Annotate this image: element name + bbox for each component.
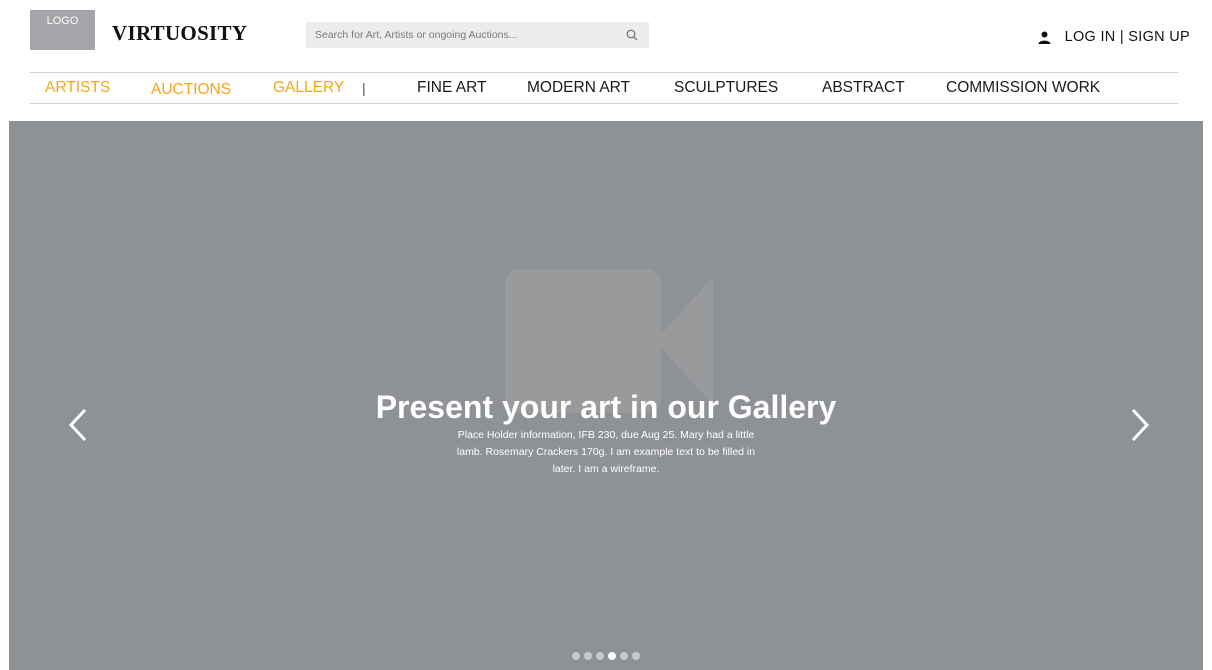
nav-separator: | — [362, 80, 366, 96]
brand-name[interactable]: VIRTUOSITY — [112, 21, 247, 45]
carousel-next-button[interactable] — [1120, 405, 1160, 445]
search-input[interactable] — [315, 24, 625, 46]
nav-item-auctions[interactable]: AUCTIONS — [151, 75, 231, 104]
carousel-dot[interactable] — [632, 652, 640, 660]
nav-item-abstract[interactable]: ABSTRACT — [822, 73, 905, 102]
carousel-prev-button[interactable] — [58, 405, 98, 445]
carousel-dot[interactable] — [572, 652, 580, 660]
hero-title: Present your art in our Gallery — [375, 389, 837, 425]
nav-item-artists[interactable]: ARTISTS — [45, 73, 110, 102]
chevron-right-icon — [1131, 408, 1150, 442]
carousel-dot[interactable] — [596, 652, 604, 660]
nav-item-commission-work[interactable]: COMMISSION WORK — [946, 73, 1100, 102]
carousel-dot[interactable] — [620, 652, 628, 660]
nav-item-sculptures[interactable]: SCULPTURES — [674, 73, 778, 102]
carousel-dot[interactable] — [584, 652, 592, 660]
logo-label: LOGO — [46, 15, 79, 27]
nav-divider-bottom — [30, 103, 1178, 104]
search-bar — [306, 22, 649, 48]
main-nav: ARTISTS AUCTIONS GALLERY | FINE ART MODE… — [0, 73, 1212, 103]
hero-description: Place Holder information, IFB 230, due A… — [456, 429, 756, 475]
carousel-dot[interactable] — [608, 652, 616, 660]
nav-item-gallery[interactable]: GALLERY — [273, 73, 344, 102]
hero-carousel: Present your art in our Gallery Place Ho… — [9, 121, 1203, 670]
logo[interactable]: LOGO — [30, 10, 95, 50]
login-signup-link[interactable]: LOG IN | SIGN UP — [1038, 29, 1190, 45]
login-label: LOG IN | SIGN UP — [1064, 29, 1190, 45]
chevron-left-icon — [68, 408, 87, 442]
nav-item-modern-art[interactable]: MODERN ART — [527, 73, 630, 102]
user-icon — [1038, 31, 1051, 44]
nav-item-fine-art[interactable]: FINE ART — [417, 73, 486, 102]
search-icon[interactable] — [625, 28, 639, 42]
carousel-pagination — [9, 652, 1203, 660]
